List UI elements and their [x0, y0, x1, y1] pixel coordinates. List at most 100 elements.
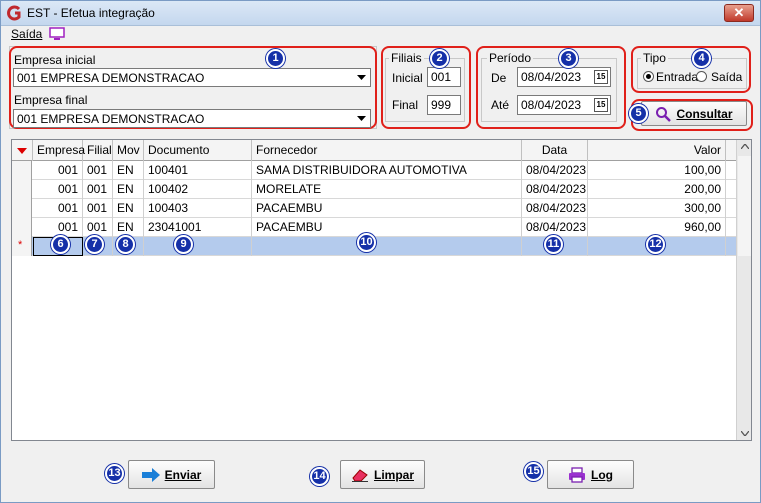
consultar-label: Consultar [676, 106, 733, 121]
header-data[interactable]: Data [522, 140, 588, 161]
grid-body: Empresa Filial Mov Documento Fornecedor … [12, 140, 736, 440]
table-row[interactable]: 001 001 EN 100403 PACAEMBU 08/04/2023 30… [12, 199, 736, 218]
log-label: Log [591, 467, 613, 482]
scroll-down-icon[interactable] [741, 431, 749, 436]
cell-mov: EN [113, 199, 144, 218]
scroll-up-icon[interactable] [741, 144, 749, 149]
cell-valor: 100,00 [588, 161, 726, 180]
periodo-de-input[interactable]: 08/04/2023 15 [517, 67, 611, 87]
cell-fornecedor: MORELATE [252, 180, 522, 199]
scroll-thumb[interactable] [738, 156, 751, 256]
header-filial[interactable]: Filial [83, 140, 113, 161]
periodo-ate-input[interactable]: 08/04/2023 15 [517, 95, 611, 115]
cell-documento: 100402 [144, 180, 252, 199]
periodo-de-value: 08/04/2023 [521, 70, 582, 84]
menu-saida[interactable]: Saída [11, 27, 42, 41]
empresa-final-value: 001 EMPRESA DEMONSTRACAO [17, 112, 205, 126]
filial-inicial-input[interactable]: 001 [427, 67, 461, 87]
sort-down-icon [17, 148, 27, 154]
badge-4: 4 [692, 49, 711, 68]
badge-1: 1 [266, 49, 285, 68]
row-selector[interactable] [12, 218, 32, 237]
empresa-final-combo[interactable]: 001 EMPRESA DEMONSTRACAO [13, 109, 371, 128]
badge-6: 6 [51, 235, 70, 254]
limpar-button[interactable]: Limpar [340, 460, 425, 489]
badge-7: 7 [85, 235, 104, 254]
cell-fornecedor: PACAEMBU [252, 218, 522, 237]
vertical-scrollbar[interactable] [736, 140, 751, 440]
enviar-button[interactable]: Enviar [128, 460, 215, 489]
table-row[interactable]: 001 001 EN 100402 MORELATE 08/04/2023 20… [12, 180, 736, 199]
new-cell-fornecedor[interactable] [252, 237, 522, 256]
cell-filial: 001 [83, 180, 113, 199]
grid-empty-area [12, 256, 736, 440]
cell-mov: EN [113, 218, 144, 237]
cell-valor: 300,00 [588, 199, 726, 218]
header-empresa[interactable]: Empresa [33, 140, 85, 161]
header-documento[interactable]: Documento [144, 140, 252, 161]
badge-15: 15 [524, 462, 543, 481]
grid-header: Empresa Filial Mov Documento Fornecedor … [12, 140, 736, 161]
table-row[interactable]: 001 001 EN 23041001 PACAEMBU 08/04/2023 … [12, 218, 736, 237]
badge-3: 3 [559, 49, 578, 68]
badge-14: 14 [310, 467, 329, 486]
cell-fornecedor: SAMA DISTRIBUIDORA AUTOMOTIVA [252, 161, 522, 180]
search-icon [656, 106, 672, 122]
badge-9: 9 [174, 235, 193, 254]
badge-8: 8 [116, 235, 135, 254]
periodo-de-label: De [491, 71, 507, 85]
filiais-final-label: Final [392, 98, 419, 112]
empresa-final-label: Empresa final [14, 93, 88, 107]
enviar-label: Enviar [164, 467, 202, 482]
cell-data: 08/04/2023 [522, 161, 588, 180]
cell-data: 08/04/2023 [522, 180, 588, 199]
calendar-icon[interactable]: 15 [594, 70, 608, 84]
radio-entrada[interactable] [643, 71, 654, 82]
window-title: EST - Efetua integração [27, 6, 155, 20]
cell-documento: 23041001 [144, 218, 252, 237]
monitor-icon[interactable] [49, 27, 65, 41]
chevron-down-icon[interactable] [354, 111, 369, 126]
row-selector[interactable] [12, 180, 32, 199]
badge-13: 13 [105, 464, 124, 483]
close-button[interactable]: ✕ [724, 4, 754, 22]
radio-entrada-label[interactable]: Entrada [656, 70, 698, 84]
empresa-inicial-label: Empresa inicial [14, 53, 96, 67]
header-selector[interactable] [12, 140, 33, 161]
chevron-down-icon[interactable] [354, 70, 369, 85]
results-grid[interactable]: Empresa Filial Mov Documento Fornecedor … [11, 139, 752, 441]
main-window: EST - Efetua integração ✕ Saída Empresa … [0, 0, 761, 503]
header-mov[interactable]: Mov [113, 140, 144, 161]
log-button[interactable]: Log [547, 460, 634, 489]
app-logo-icon [7, 5, 21, 21]
row-selector[interactable] [12, 199, 32, 218]
filial-final-input[interactable]: 999 [427, 95, 461, 115]
row-selector[interactable]: * [12, 237, 32, 256]
periodo-title: Período [487, 51, 534, 65]
empresa-inicial-combo[interactable]: 001 EMPRESA DEMONSTRACAO [13, 68, 371, 87]
header-fornecedor[interactable]: Fornecedor [252, 140, 522, 161]
cell-documento: 100401 [144, 161, 252, 180]
calendar-icon[interactable]: 15 [594, 98, 608, 112]
cell-valor: 200,00 [588, 180, 726, 199]
badge-2: 2 [430, 49, 449, 68]
periodo-ate-label: Até [491, 98, 510, 112]
table-row[interactable]: 001 001 EN 100401 SAMA DISTRIBUIDORA AUT… [12, 161, 736, 180]
row-selector[interactable] [12, 161, 32, 180]
cell-mov: EN [113, 161, 144, 180]
radio-saida[interactable] [696, 71, 707, 82]
printer-icon [569, 466, 585, 483]
cell-filial: 001 [83, 161, 113, 180]
new-cell-documento[interactable] [144, 237, 252, 256]
header-valor[interactable]: Valor [588, 140, 726, 161]
radio-saida-label[interactable]: Saída [711, 70, 742, 84]
cell-mov: EN [113, 180, 144, 199]
consultar-button[interactable]: Consultar [641, 101, 747, 126]
cell-filial: 001 [83, 218, 113, 237]
empresa-inicial-value: 001 EMPRESA DEMONSTRACAO [17, 71, 205, 85]
limpar-label: Limpar [373, 467, 414, 482]
filiais-title: Filiais [389, 51, 424, 65]
badge-10: 10 [357, 233, 376, 252]
cell-fornecedor: PACAEMBU [252, 199, 522, 218]
cell-filial: 001 [83, 199, 113, 218]
